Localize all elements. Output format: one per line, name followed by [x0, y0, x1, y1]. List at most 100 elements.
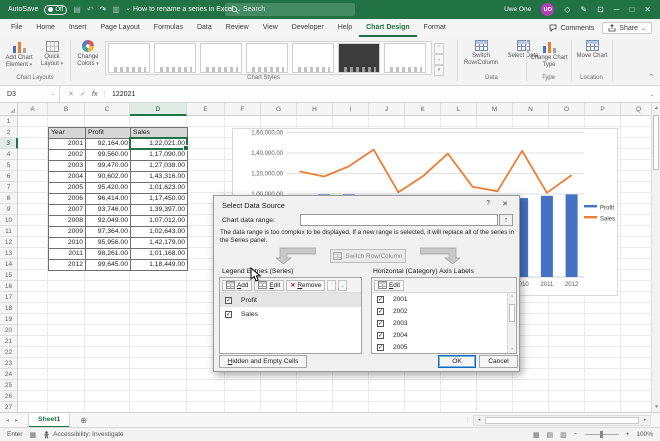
macro-record-icon[interactable]: ▦ [30, 431, 37, 439]
column-header-B[interactable]: B [48, 103, 85, 116]
row-header-22[interactable]: 22 [0, 347, 18, 358]
row-header-6[interactable]: 6 [0, 171, 18, 182]
page-layout-view-icon[interactable]: ▤ [547, 431, 554, 439]
chart-style-thumbnail[interactable] [154, 43, 196, 73]
cancel-button[interactable]: Cancel [479, 355, 518, 368]
sheet-nav-right-icon[interactable]: ▸ [15, 417, 18, 424]
redo-icon[interactable]: ↷ [100, 0, 107, 19]
gallery-scroll-down-icon[interactable]: ⌄ [434, 54, 444, 65]
scroll-up-icon[interactable]: ▲ [652, 103, 660, 113]
insert-function-icon[interactable]: fx [92, 86, 97, 103]
axis-scroll-thumb[interactable] [509, 304, 515, 322]
quick-layout-button[interactable]: Quick Layout ▾ [37, 39, 67, 67]
cell-B3[interactable]: 2002 [49, 150, 86, 161]
cell-C5[interactable]: 90,602.00 [86, 172, 131, 183]
series-checkbox[interactable]: ✓ [225, 310, 232, 318]
axis-item-2001[interactable]: ✓ 2001 [372, 293, 507, 305]
column-header-N[interactable]: N [513, 103, 549, 116]
sheet-nav-left-icon[interactable]: ◂ [6, 417, 9, 424]
undo-icon[interactable]: ↶ [87, 0, 94, 19]
dialog-switch-row-column-button[interactable]: Switch Row/Column [330, 249, 406, 263]
scroll-up-icon[interactable]: ⌃ [508, 293, 516, 303]
column-header-D[interactable]: D [130, 103, 187, 116]
zoom-slider[interactable] [584, 431, 619, 438]
menu-tab-review[interactable]: Review [219, 19, 256, 37]
add-series-button[interactable]: Add [222, 279, 253, 291]
column-header-M[interactable]: M [477, 103, 513, 116]
row-header-3[interactable]: 3 [0, 138, 18, 149]
column-header-C[interactable]: C [85, 103, 130, 116]
column-header-L[interactable]: L [441, 103, 477, 116]
cell-D4[interactable]: 1,27,038.00 [131, 161, 188, 172]
row-header-1[interactable]: 1 [0, 116, 18, 127]
accessibility-status[interactable]: Accessibility: Investigate [43, 430, 124, 439]
comments-button[interactable]: Comments [549, 24, 594, 32]
axis-item-2005[interactable]: ✓ 2005 [372, 341, 507, 353]
column-header-H[interactable]: H [297, 103, 333, 116]
zoom-slider-thumb[interactable] [599, 431, 603, 438]
cell-D2[interactable]: 1,22,021.00 [131, 139, 188, 150]
menu-tab-view[interactable]: View [256, 19, 285, 37]
cell-C11[interactable]: 95,956.00 [86, 238, 131, 249]
enter-icon[interactable]: ✓ [80, 86, 86, 103]
cell-B6[interactable]: 2005 [49, 183, 86, 194]
row-header-10[interactable]: 10 [0, 215, 18, 226]
edit-axis-button[interactable]: Edit [374, 279, 405, 291]
column-header-I[interactable]: I [333, 103, 369, 116]
chart-style-thumbnail[interactable] [338, 43, 380, 73]
cell-B13[interactable]: 2012 [49, 260, 86, 271]
cell-D9[interactable]: 1,07,012.00 [131, 216, 188, 227]
ok-button[interactable]: OK [438, 355, 476, 368]
zoom-in-icon[interactable]: + [626, 431, 630, 438]
expand-formula-bar-icon[interactable]: ⌄ [649, 86, 655, 103]
row-header-12[interactable]: 12 [0, 237, 18, 248]
menu-tab-format[interactable]: Format [417, 19, 453, 37]
axis-scrollbar[interactable]: ⌃ ⌄ [507, 293, 516, 353]
chart-style-thumbnail[interactable] [200, 43, 242, 73]
row-header-15[interactable]: 15 [0, 270, 18, 281]
row-header-17[interactable]: 17 [0, 292, 18, 303]
column-header-P[interactable]: P [585, 103, 621, 116]
row-header-24[interactable]: 24 [0, 369, 18, 380]
cell-B5[interactable]: 2004 [49, 172, 86, 183]
menu-tab-insert[interactable]: Insert [62, 19, 94, 37]
row-header-18[interactable]: 18 [0, 303, 18, 314]
touch-mode-icon[interactable]: ▥ [112, 0, 120, 19]
column-header-A[interactable]: A [18, 103, 48, 116]
menu-tab-file[interactable]: File [4, 19, 29, 37]
row-header-4[interactable]: 4 [0, 149, 18, 160]
axis-checkbox[interactable]: ✓ [377, 343, 384, 351]
scroll-left-icon[interactable]: ◂ [474, 416, 484, 425]
add-chart-element-button[interactable]: Add Chart Element ▾ [3, 39, 35, 68]
formula-input[interactable]: 122021 [112, 86, 135, 103]
header-cell-sales[interactable]: Sales [131, 128, 188, 139]
cell-D8[interactable]: 1,39,397.00 [131, 205, 188, 216]
axis-checkbox[interactable]: ✓ [377, 295, 384, 303]
zoom-out-icon[interactable]: − [574, 431, 578, 438]
name-box[interactable]: D3 ⌄ [0, 86, 60, 103]
menu-tab-chart-design[interactable]: Chart Design [359, 19, 417, 37]
move-series-up-button[interactable]: ⌃ [327, 279, 337, 291]
horizontal-scroll-thumb[interactable] [485, 417, 639, 424]
row-header-20[interactable]: 20 [0, 325, 18, 336]
cell-D11[interactable]: 1,42,179.00 [131, 238, 188, 249]
move-chart-button[interactable]: Move Chart [574, 39, 610, 60]
menu-tab-page-layout[interactable]: Page Layout [93, 19, 146, 37]
chart-style-thumbnail[interactable] [246, 43, 288, 73]
menu-tab-home[interactable]: Home [29, 19, 62, 37]
header-cell-year[interactable]: Year [49, 128, 86, 139]
cell-B12[interactable]: 2011 [49, 249, 86, 260]
row-header-7[interactable]: 7 [0, 182, 18, 193]
cell-B8[interactable]: 2007 [49, 205, 86, 216]
customize-qat-icon[interactable]: ⌄ [126, 0, 131, 19]
cell-B10[interactable]: 2009 [49, 227, 86, 238]
cell-D13[interactable]: 1,18,449.00 [131, 260, 188, 271]
collapse-dialog-range-icon[interactable]: ↑ [499, 214, 513, 226]
cell-D10[interactable]: 1,02,643.00 [131, 227, 188, 238]
cell-B7[interactable]: 2006 [49, 194, 86, 205]
scroll-down-icon[interactable]: ▼ [652, 402, 660, 412]
gallery-scroll-up-icon[interactable]: ⌃ [434, 43, 444, 54]
cell-D6[interactable]: 1,01,623.00 [131, 183, 188, 194]
cancel-icon[interactable]: ✕ [68, 86, 74, 103]
select-all-corner[interactable] [0, 103, 18, 116]
